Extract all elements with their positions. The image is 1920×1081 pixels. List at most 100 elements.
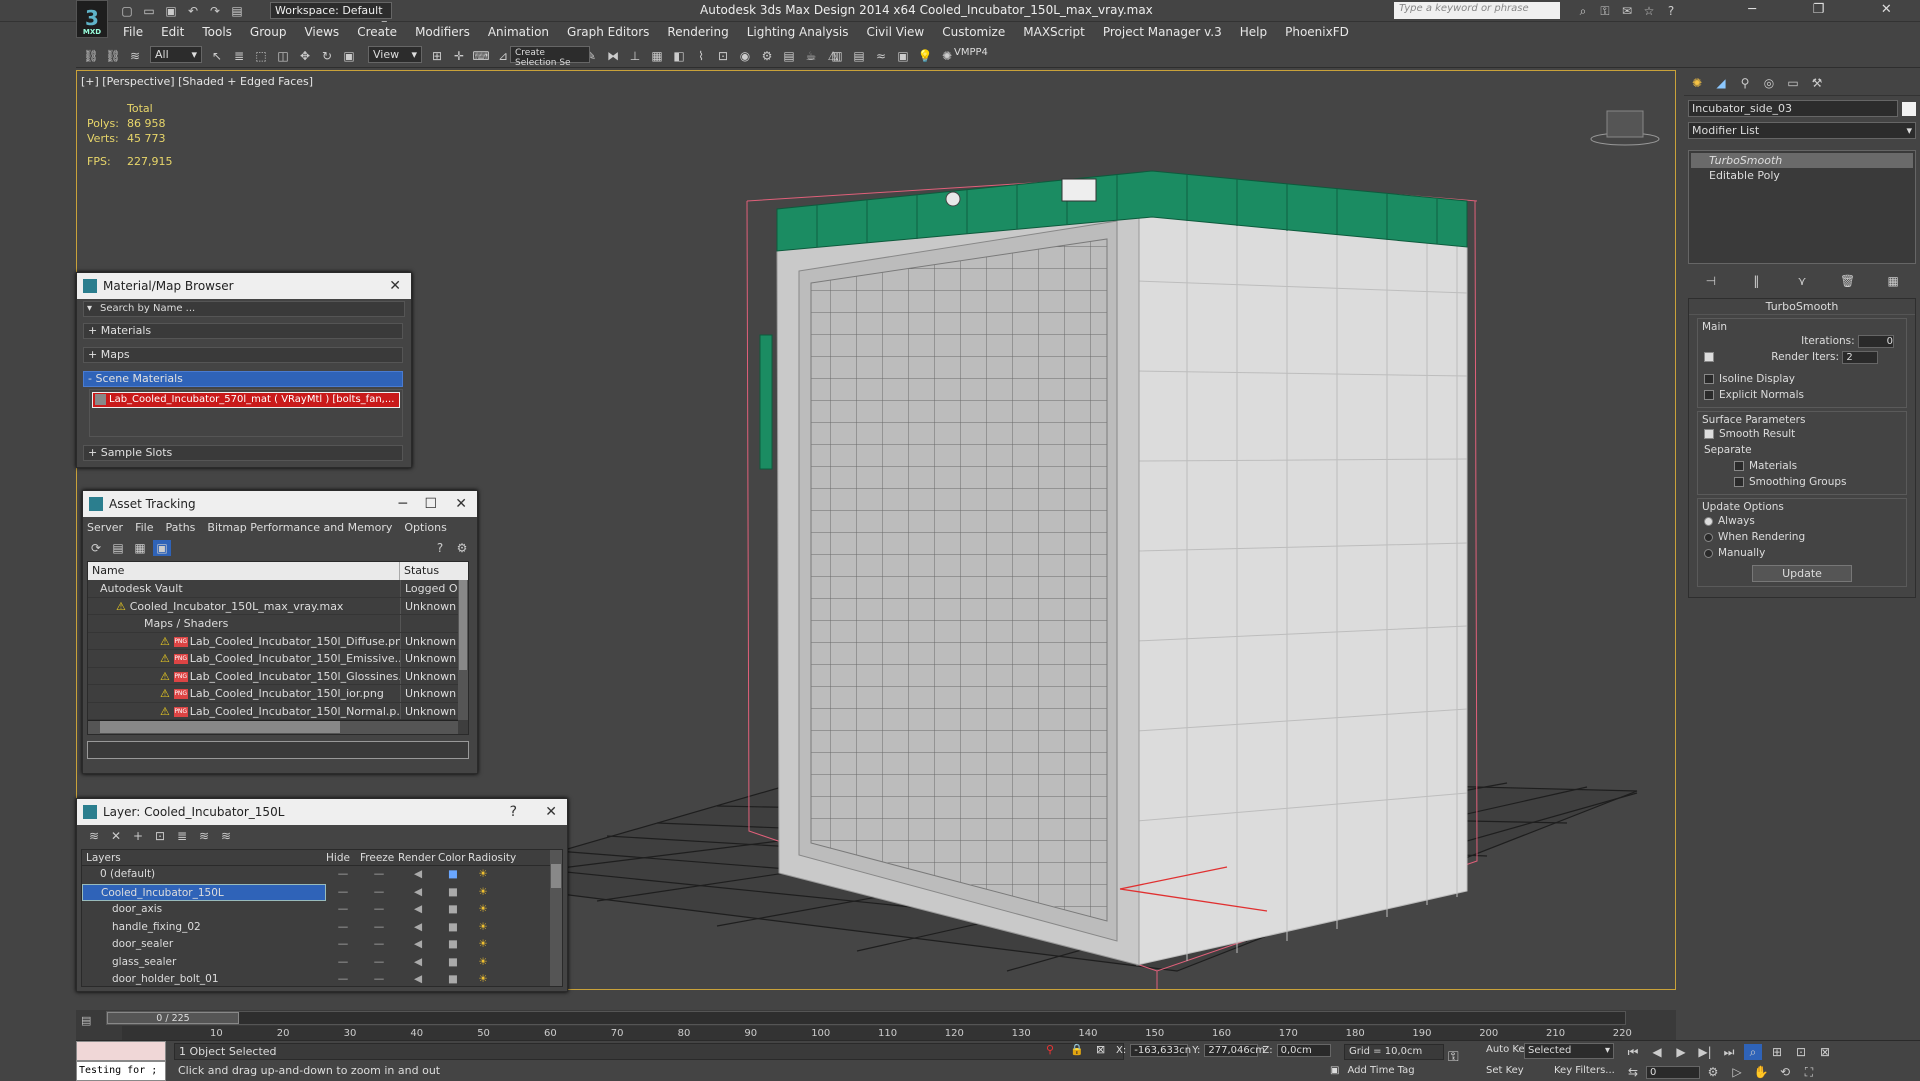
maxscript-mini-listener[interactable]: Testing for ; [76,1061,166,1081]
asset-menu-file[interactable]: File [135,521,153,534]
play-icon[interactable]: ▶ [1672,1044,1690,1060]
graphite-icon[interactable]: ◧ [670,48,688,64]
layer-manager-titlebar[interactable]: Layer: Cooled_Incubator_150L? ✕ [77,799,567,825]
window-crossing-icon[interactable]: ◫ [274,48,292,64]
layer-manager-icon[interactable]: ▦ [648,48,666,64]
sample-slots-section[interactable]: + Sample Slots [83,445,403,461]
project-folder-icon[interactable]: ▤ [228,3,246,19]
object-name-field[interactable]: Incubator_side_03 [1688,100,1898,117]
vertical-scrollbar[interactable] [458,580,468,720]
vray-proxy-icon[interactable]: ▣ [894,48,912,64]
menu-item-tools[interactable]: Tools [193,25,241,39]
scrollbar-thumb[interactable] [100,721,340,733]
layer-row[interactable]: door_sealer — — ◀ ■ ☀ [82,936,562,954]
zoom-extents-all-icon[interactable]: ⊠ [1816,1044,1834,1060]
scrollbar-thumb[interactable] [551,864,561,888]
scale-icon[interactable]: ▣ [340,48,358,64]
door-handle[interactable] [759,334,773,470]
layer-color-swatch[interactable]: ■ [438,866,468,884]
zoom-extents-icon[interactable]: ⊡ [1792,1044,1810,1060]
radiosity-icon[interactable]: ☀ [468,954,498,972]
current-frame-field[interactable]: 0 [1646,1065,1700,1079]
key-mode-toggle-icon[interactable]: ⇆ [1624,1064,1642,1080]
asset-row[interactable]: ⚠ PNG Lab_Cooled_Incubator_150l_Normal.p.… [88,702,468,720]
help-icon[interactable]: ? [1662,3,1680,19]
create-layer-icon[interactable]: ≋ [85,828,103,844]
render-icon[interactable]: ☕ [802,48,820,64]
maximize-icon[interactable]: ❐ [1813,0,1825,22]
close-icon[interactable]: ✕ [1881,0,1892,22]
remove-modifier-icon[interactable]: 🗑 [1839,273,1857,289]
help-icon[interactable]: ? [431,540,449,556]
column-render[interactable]: Render [398,850,438,865]
asset-row[interactable]: Autodesk Vault Logged Out [88,580,468,598]
table-view-icon[interactable]: ▦ [131,540,149,556]
freeze-toggle-icon[interactable]: — [360,866,398,884]
redo-icon[interactable]: ↷ [206,3,224,19]
stack-item-turbosmooth[interactable]: TurboSmooth [1691,153,1913,168]
menu-item-animation[interactable]: Animation [479,25,558,39]
freeze-toggle-icon[interactable]: — [360,919,398,937]
schematic-icon[interactable]: ⊡ [714,48,732,64]
maximize-icon[interactable]: ☐ [424,491,437,517]
asset-row[interactable]: ⚠ PNG Lab_Cooled_Incubator_150l_Glossines… [88,667,468,685]
render-toggle-icon[interactable]: ◀ [398,866,438,884]
bind-spacewarp-icon[interactable]: ≋ [126,48,144,64]
layer-row[interactable]: Cooled_Incubator_150L — — ◀ ■ ☀ [82,883,562,902]
binoculars-icon[interactable]: ⌕ [1574,3,1592,19]
hide-toggle-icon[interactable]: — [326,954,360,972]
asset-path-field[interactable] [87,741,469,759]
smoothing-groups-checkbox[interactable] [1734,477,1744,487]
close-icon[interactable]: ✕ [389,273,401,299]
utilities-tab-icon[interactable]: ⚒ [1808,75,1826,91]
menu-item-help[interactable]: Help [1231,25,1276,39]
radiosity-icon[interactable]: ☀ [468,919,498,937]
refresh-icon[interactable]: ⟳ [87,540,105,556]
freeze-toggle-icon[interactable]: — [360,901,398,919]
object-color-swatch[interactable] [1902,102,1916,116]
asset-row[interactable]: ⚠ PNG Lab_Cooled_Incubator_150l_Diffuse.p… [88,632,468,650]
rollout-title[interactable]: TurboSmooth [1689,299,1915,315]
column-radiosity[interactable]: Radiosity [468,850,516,865]
update-button[interactable]: Update [1752,565,1852,582]
rotate-icon[interactable]: ↻ [318,48,336,64]
open-file-icon[interactable]: ▭ [140,3,158,19]
x-coordinate-field[interactable]: -163,633cn [1130,1044,1191,1057]
asset-row[interactable]: ⚠ Cooled_Incubator_150L_max_vray.max Unkn… [88,597,468,615]
freeze-all-icon[interactable]: ≋ [217,828,235,844]
asset-menu-options[interactable]: Options [404,521,446,534]
go-to-end-icon[interactable]: ⏭ [1720,1044,1738,1060]
create-tab-icon[interactable]: ✺ [1688,75,1706,91]
add-time-tag[interactable]: ▣ Add Time Tag [1330,1063,1415,1076]
render-setup-icon[interactable]: ⚙ [758,48,776,64]
orbit-icon[interactable]: ⟲ [1776,1064,1794,1080]
select-manipulate-icon[interactable]: ✛ [450,48,468,64]
radiosity-icon[interactable]: ☀ [468,936,498,954]
show-end-result-icon[interactable]: ‖ [1747,273,1765,289]
time-config-icon[interactable]: ⚙ [1704,1064,1722,1080]
close-icon[interactable]: ✕ [455,491,467,517]
layer-color-swatch[interactable]: ■ [438,954,468,972]
render-toggle-icon[interactable]: ◀ [398,954,438,972]
layer-row[interactable]: handle_fixing_02— — ◀ ■ ☀ [82,919,562,937]
asset-menu-server[interactable]: Server [87,521,123,534]
render-iters-checkbox[interactable] [1704,352,1714,362]
menu-item-file[interactable]: File [114,25,152,39]
freeze-toggle-icon[interactable]: — [360,971,398,989]
select-by-name-icon[interactable]: ≣ [230,48,248,64]
layer-row[interactable]: glass_sealer — — ◀ ■ ☀ [82,954,562,972]
layer-row[interactable]: door_axis — — ◀ ■ ☀ [82,901,562,919]
list-view-icon[interactable]: ▤ [109,540,127,556]
materials-checkbox[interactable] [1734,461,1744,471]
menu-item-civil-view[interactable]: Civil View [857,25,933,39]
render-frame-icon[interactable]: ▤ [780,48,798,64]
hide-toggle-icon[interactable]: — [326,866,360,884]
iterations-spinner[interactable]: 0 [1858,334,1894,348]
always-radio[interactable] [1704,516,1713,526]
menu-item-create[interactable]: Create [348,25,406,39]
maps-section[interactable]: + Maps [83,347,403,363]
hide-toggle-icon[interactable]: — [326,884,360,902]
align-icon[interactable]: ⊥ [626,48,644,64]
modifier-list-dropdown[interactable]: Modifier List ▾ [1688,122,1916,139]
make-unique-icon[interactable]: ⋎ [1793,273,1811,289]
